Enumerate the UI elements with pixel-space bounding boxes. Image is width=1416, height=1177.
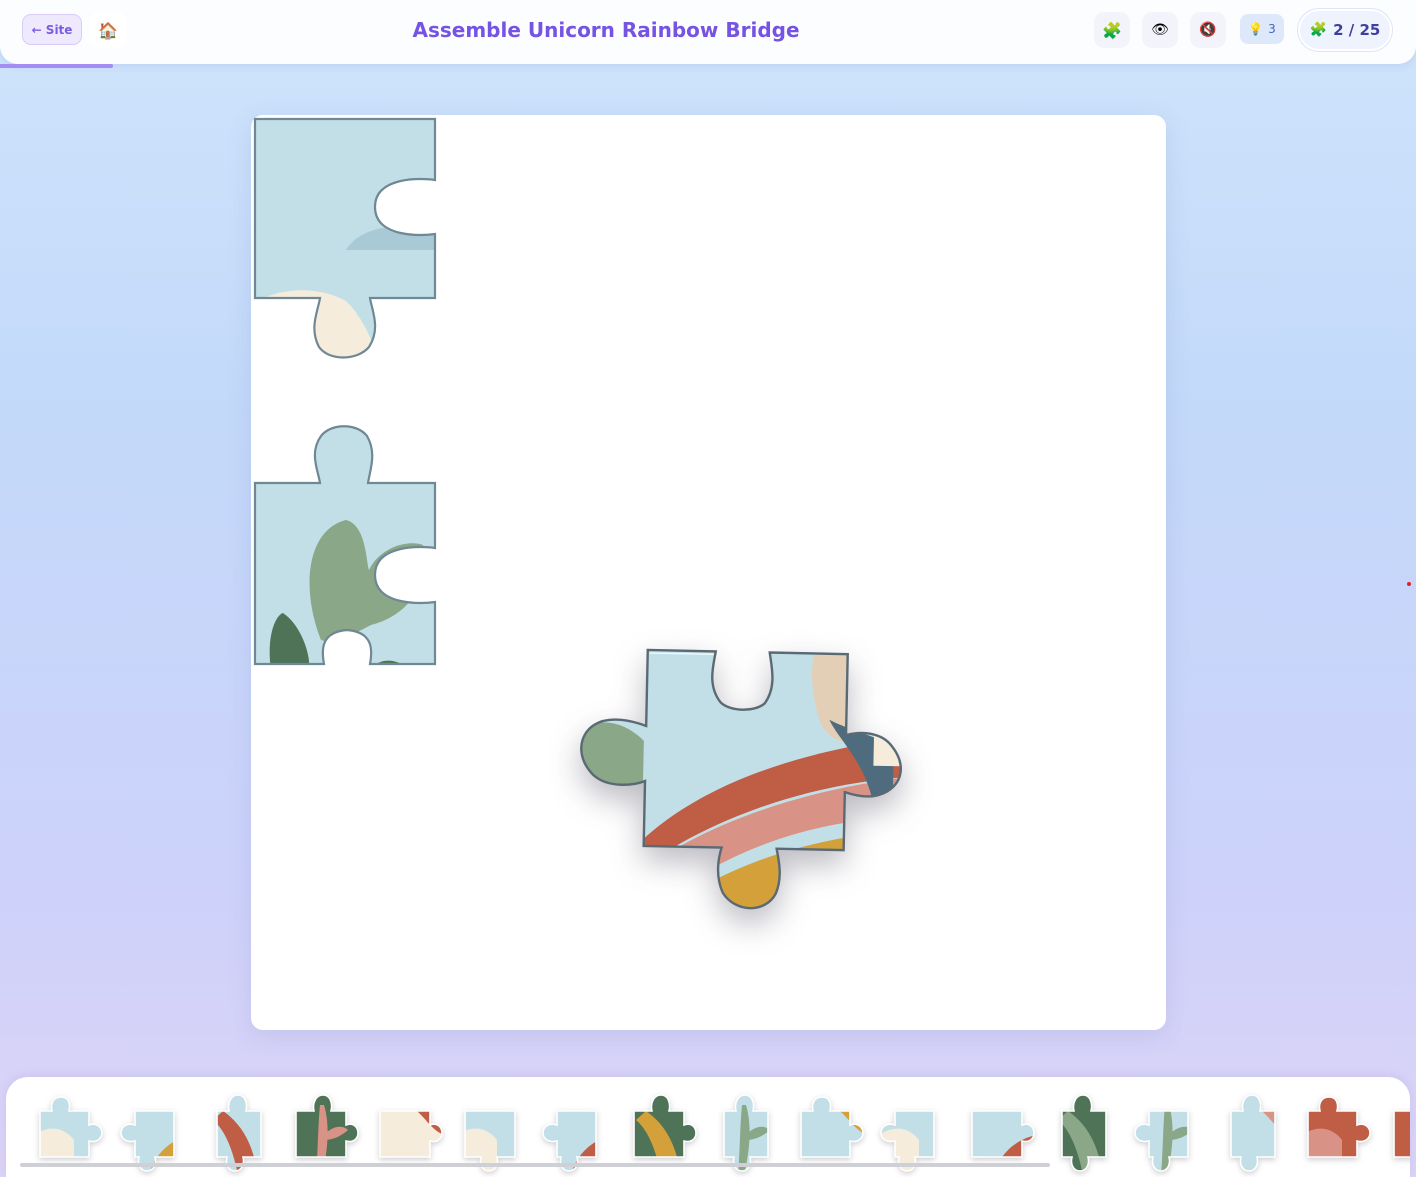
dragged-piece[interactable]: [573, 648, 913, 923]
preview-button[interactable]: 👁: [1142, 12, 1178, 48]
tray-piece[interactable]: [541, 1085, 613, 1175]
sound-off-icon: 🔇: [1199, 22, 1217, 38]
puzzle-piece-icon: 🧩: [1102, 20, 1122, 40]
tray-piece[interactable]: [964, 1085, 1036, 1175]
home-button[interactable]: 🏠: [90, 12, 126, 48]
hint-button[interactable]: 💡 3: [1240, 14, 1284, 44]
back-to-site-button[interactable]: ← Site: [22, 14, 82, 45]
tray-piece[interactable]: [1302, 1085, 1374, 1175]
cursor-marker: [1407, 582, 1411, 586]
tray-piece[interactable]: [879, 1085, 951, 1175]
page-title: Assemble Unicorn Rainbow Bridge: [412, 18, 800, 42]
progress-bar: [0, 64, 1416, 68]
top-bar: ← Site 🏠 Assemble Unicorn Rainbow Bridge…: [0, 0, 1416, 64]
home-icon: 🏠: [98, 20, 118, 40]
eye-icon: 👁: [1151, 22, 1169, 38]
tray-piece[interactable]: [1048, 1085, 1120, 1175]
tray-piece[interactable]: [710, 1085, 782, 1175]
piece-tray[interactable]: [6, 1077, 1410, 1177]
tray-piece[interactable]: [457, 1085, 529, 1175]
hint-count: 3: [1268, 22, 1276, 36]
puzzle-piece-icon: 🧩: [1309, 22, 1328, 38]
placed-piece-top-left[interactable]: [251, 115, 441, 360]
progress-bar-fill: [0, 64, 114, 68]
tray-piece[interactable]: [1386, 1085, 1410, 1175]
tray-piece[interactable]: [288, 1085, 360, 1175]
tray-piece[interactable]: [372, 1085, 444, 1175]
puzzle-board[interactable]: [251, 115, 1166, 1030]
pieces-counter: 🧩 2 / 25: [1298, 9, 1392, 51]
tray-piece[interactable]: [626, 1085, 698, 1175]
lightbulb-icon: 💡: [1248, 22, 1264, 36]
tray-scrollbar[interactable]: [20, 1163, 1050, 1167]
tray-piece[interactable]: [34, 1085, 106, 1175]
tray-piece[interactable]: [1217, 1085, 1289, 1175]
tray-piece[interactable]: [795, 1085, 867, 1175]
tray-piece[interactable]: [203, 1085, 275, 1175]
placed-piece-left-row-3[interactable]: [251, 420, 441, 670]
pieces-counter-value: 2 / 25: [1333, 21, 1381, 39]
sound-toggle-button[interactable]: 🔇: [1190, 12, 1226, 48]
tray-piece[interactable]: [119, 1085, 191, 1175]
tray-piece[interactable]: [1133, 1085, 1205, 1175]
back-to-site-label: ← Site: [31, 22, 73, 37]
show-pieces-button[interactable]: 🧩: [1094, 12, 1130, 48]
